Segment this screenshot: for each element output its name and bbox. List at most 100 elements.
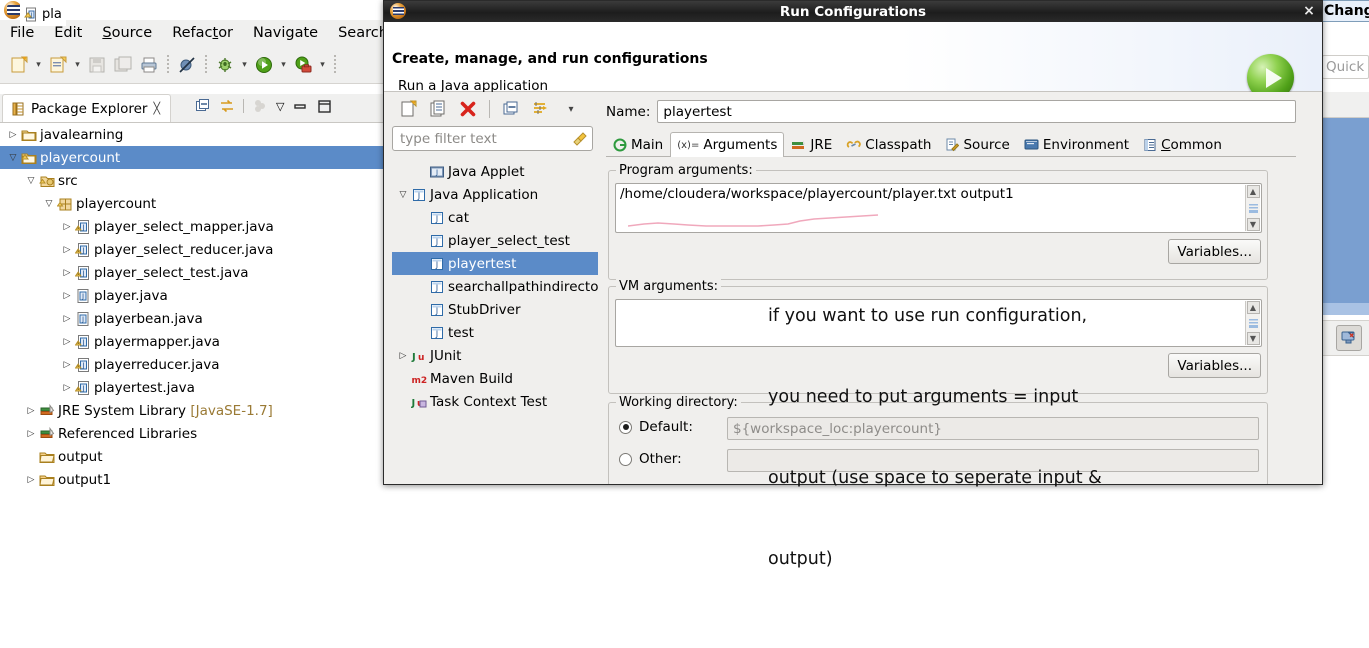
twisty-collapsed[interactable] [60, 268, 74, 278]
tab-package-explorer[interactable]: Package Explorer ╳ [2, 94, 172, 122]
radio-indicator[interactable] [619, 420, 632, 434]
link-with-editor-icon[interactable] [219, 98, 235, 114]
working-directory-default-radio[interactable]: Default: [619, 419, 693, 435]
clear-broom-icon[interactable] [572, 131, 588, 147]
tree-row[interactable]: Jtest [392, 321, 598, 344]
new-configuration-icon[interactable] [395, 96, 421, 122]
minimize-icon[interactable] [292, 98, 308, 114]
collapse-all-icon[interactable] [195, 98, 211, 114]
tree-row[interactable]: Jsearchallpathindirectory [392, 275, 598, 298]
menu-file[interactable]: File [0, 25, 44, 41]
program-arguments-variables-button[interactable]: Variables... [1168, 239, 1261, 264]
tree-row[interactable]: J Java Applet [392, 160, 598, 183]
twisty-collapsed[interactable] [60, 245, 74, 255]
scrollbar-thumb[interactable] [1249, 314, 1258, 332]
tree-row[interactable]: src [0, 169, 383, 192]
menu-refactor[interactable]: Refactor [162, 25, 243, 41]
tree-row[interactable]: Jplayerreducer.java [0, 353, 383, 376]
tab-common[interactable]: Common [1136, 132, 1229, 156]
tree-row[interactable]: output [0, 445, 383, 468]
vm-arguments-scrollbar[interactable]: ▲ ▼ [1245, 301, 1260, 345]
tab-arguments[interactable]: (x)= Arguments [670, 132, 785, 157]
close-icon[interactable]: × [1301, 3, 1317, 19]
tree-row[interactable]: Jplayertest.java [0, 376, 383, 399]
debug-chevron-down-icon[interactable]: ▾ [238, 52, 251, 78]
scroll-down-icon[interactable]: ▼ [1246, 218, 1260, 231]
collapse-all-icon[interactable] [498, 96, 524, 122]
tree-row[interactable]: Jplayer_select_test.java [0, 261, 383, 284]
vm-arguments-variables-button[interactable]: Variables... [1168, 353, 1261, 378]
menu-chevron-down-icon[interactable]: ▾ [558, 96, 584, 122]
tree-row[interactable]: J Java Application [392, 183, 598, 206]
twisty-collapsed[interactable] [396, 351, 410, 361]
scrollbar-thumb[interactable] [1249, 198, 1258, 218]
menu-navigate[interactable]: Navigate [243, 25, 328, 41]
tab-classpath[interactable]: Classpath [839, 132, 938, 156]
pane-sash[interactable] [600, 92, 605, 484]
tree-row[interactable]: Jplayerbean.java [0, 307, 383, 330]
twisty-collapsed[interactable] [24, 475, 38, 485]
tree-row[interactable]: JuJUnit [392, 344, 598, 367]
new-wizard-icon[interactable] [45, 52, 71, 78]
tab-source[interactable]: Source [938, 132, 1016, 156]
scroll-up-icon[interactable]: ▲ [1246, 185, 1260, 198]
close-icon[interactable]: ╳ [153, 102, 160, 115]
twisty-collapsed[interactable] [60, 337, 74, 347]
run-external-tools-icon[interactable] [290, 52, 316, 78]
filter-input[interactable]: type filter text [392, 126, 593, 151]
tree-row[interactable]: JRE System Library [JavaSE-1.7] [0, 399, 383, 422]
tree-row[interactable]: J StubDriver [392, 298, 598, 321]
tab-environment[interactable]: Environment [1017, 132, 1136, 156]
tree-row[interactable]: JuTask Context Test [392, 390, 598, 413]
view-menu-icon[interactable]: ▽ [276, 100, 284, 113]
twisty-collapsed[interactable] [24, 429, 38, 439]
skip-breakpoints-icon[interactable] [174, 52, 200, 78]
twisty-expanded[interactable] [42, 199, 56, 209]
tree-row[interactable]: m2 Maven Build [392, 367, 598, 390]
delete-icon[interactable] [455, 96, 481, 122]
quick-access-input[interactable]: Quick A [1322, 55, 1369, 79]
twisty-collapsed[interactable] [60, 360, 74, 370]
print-icon[interactable] [136, 52, 162, 78]
tree-row[interactable]: Jplayermapper.java [0, 330, 383, 353]
twisty-collapsed[interactable] [6, 130, 20, 140]
tree-row[interactable]: Jplayer_select_mapper.java [0, 215, 383, 238]
tree-row[interactable]: Jplayer.java [0, 284, 383, 307]
menu-source[interactable]: Source [92, 25, 162, 41]
package-explorer-tree[interactable]: javalearning playercount src playercount Jpl… [0, 122, 383, 490]
twisty-collapsed[interactable] [24, 406, 38, 416]
tree-row[interactable]: Jplayertest [392, 252, 598, 275]
twisty-collapsed[interactable] [60, 314, 74, 324]
run-icon[interactable] [251, 52, 277, 78]
scroll-down-icon[interactable]: ▼ [1246, 332, 1260, 345]
twisty-collapsed[interactable] [60, 222, 74, 232]
console-terminate-icon[interactable] [1336, 325, 1362, 351]
editor-tab-playertest[interactable]: J pla [20, 2, 66, 26]
menu-edit[interactable]: Edit [44, 25, 92, 41]
tree-row[interactable]: playercount [0, 192, 383, 215]
tree-row[interactable]: output1 [0, 468, 383, 490]
tab-main[interactable]: Main [606, 132, 670, 156]
working-directory-other-radio[interactable]: Other: [619, 451, 682, 467]
new-icon[interactable] [6, 52, 32, 78]
new-wizard-chevron-down-icon[interactable]: ▾ [71, 52, 84, 78]
twisty-expanded[interactable] [396, 190, 410, 200]
duplicate-icon[interactable] [425, 96, 451, 122]
twisty-expanded[interactable] [6, 153, 20, 163]
maximize-icon[interactable] [316, 98, 332, 114]
tree-row[interactable]: Jcat [392, 206, 598, 229]
debug-icon[interactable] [212, 52, 238, 78]
filter-icon[interactable] [528, 96, 554, 122]
scroll-up-icon[interactable]: ▲ [1246, 301, 1260, 314]
program-arguments-scrollbar[interactable]: ▲ ▼ [1245, 185, 1260, 231]
tree-row[interactable]: javalearning [0, 123, 383, 146]
run-chevron-down-icon[interactable]: ▾ [277, 52, 290, 78]
tree-row[interactable]: Jplayer_select_reducer.java [0, 238, 383, 261]
tab-jre[interactable]: JRE [784, 132, 839, 156]
tree-row[interactable]: Referenced Libraries [0, 422, 383, 445]
radio-indicator[interactable] [619, 452, 632, 466]
new-chevron-down-icon[interactable]: ▾ [32, 52, 45, 78]
twisty-expanded[interactable] [24, 176, 38, 186]
twisty-collapsed[interactable] [60, 291, 74, 301]
external-tools-chevron-down-icon[interactable]: ▾ [316, 52, 329, 78]
